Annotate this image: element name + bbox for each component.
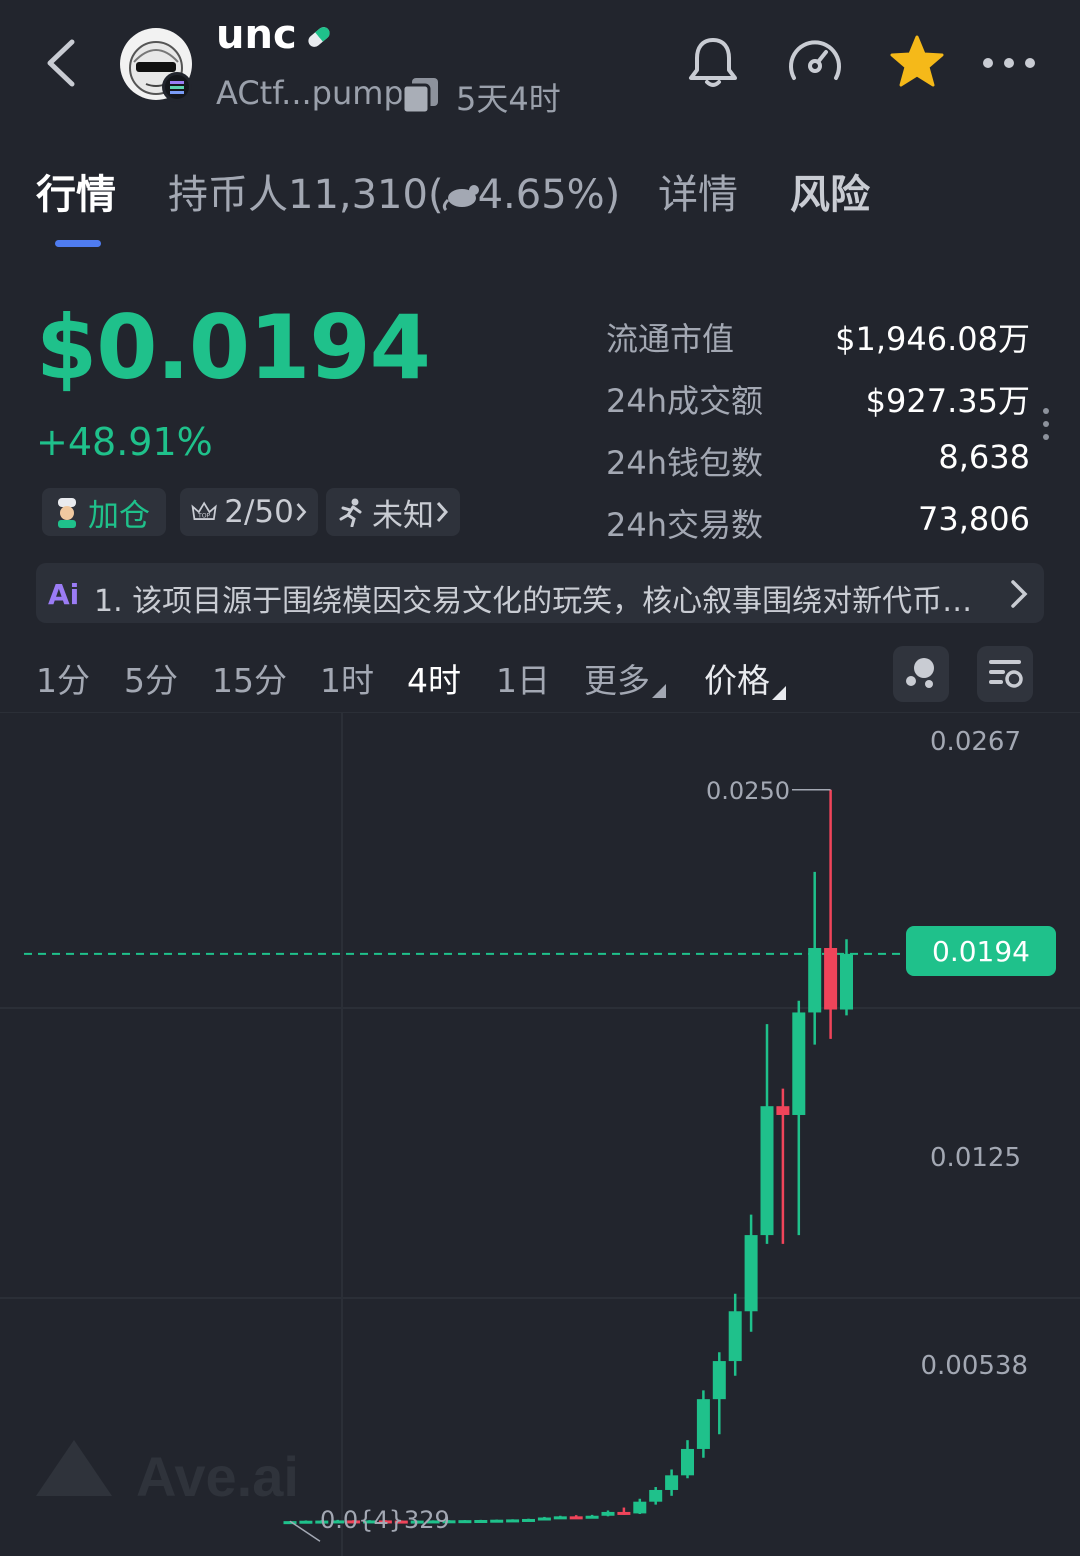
- y-axis-label: 0.0125: [930, 1143, 1021, 1173]
- back-icon[interactable]: [44, 38, 78, 88]
- token-age: 5天4时: [456, 80, 561, 118]
- tf-4h[interactable]: 4时: [407, 654, 461, 702]
- pill-icon: [308, 27, 330, 47]
- tf-1m[interactable]: 1分: [36, 654, 90, 702]
- low-price-label: 0.0{4}329: [320, 1506, 450, 1534]
- svg-text:TOP: TOP: [197, 512, 211, 519]
- token-name: unc: [216, 12, 297, 58]
- price-change: +48.91%: [36, 420, 213, 464]
- chevron-right-icon: [296, 503, 307, 521]
- chevron-right-icon: [436, 502, 449, 522]
- activity-chip[interactable]: 未知: [326, 488, 460, 536]
- candle-body: [506, 1519, 520, 1523]
- price-mode-dropdown[interactable]: 价格: [704, 654, 786, 702]
- low-marker-line: [289, 1520, 321, 1542]
- rank-chip[interactable]: TOP 2/50: [180, 488, 318, 536]
- tab-market[interactable]: 行情: [36, 162, 116, 220]
- stat-volume-value: $927.35万: [865, 382, 1030, 420]
- stat-wallets-label: 24h钱包数: [606, 444, 764, 482]
- add-position-label: 加仓: [88, 497, 150, 534]
- tf-1d[interactable]: 1日: [496, 654, 550, 702]
- tf-15m[interactable]: 15分: [212, 654, 287, 702]
- tab-details[interactable]: 详情: [658, 162, 738, 220]
- bell-icon[interactable]: [682, 32, 744, 94]
- y-axis-label: 0.00538: [920, 1351, 1028, 1381]
- current-price: $0.0194: [36, 296, 431, 399]
- candle-body: [712, 1361, 726, 1400]
- star-icon[interactable]: [886, 32, 948, 94]
- add-position-chip[interactable]: 加仓: [42, 488, 166, 536]
- ai-icon: Ai: [48, 578, 80, 611]
- gauge-icon[interactable]: [784, 32, 846, 94]
- copy-icon[interactable]: [400, 76, 442, 114]
- candle-body: [601, 1511, 615, 1516]
- watermark-logo: [36, 1440, 112, 1496]
- candle-body: [458, 1520, 472, 1524]
- price-mode-label: 价格: [704, 661, 770, 700]
- current-price-tag: 0.0194: [906, 926, 1056, 976]
- more-icon[interactable]: [978, 32, 1040, 94]
- y-axis-label: 0.0267: [930, 727, 1021, 757]
- candle-body: [681, 1448, 694, 1476]
- stat-volume-label: 24h成交额: [606, 382, 764, 420]
- stat-trades-value: 73,806: [918, 500, 1030, 538]
- top-crown-icon: TOP: [191, 501, 217, 520]
- candle-body: [633, 1501, 647, 1514]
- tf-1h[interactable]: 1时: [320, 654, 374, 702]
- tab-holders-label: 持币人11,310(: [168, 172, 444, 218]
- rank-label: 2/50: [224, 494, 294, 530]
- high-price-label: 0.0250: [706, 777, 790, 805]
- tf-more[interactable]: 更多: [584, 654, 666, 702]
- runner-icon: [339, 498, 362, 527]
- token-address: ACtf...pump: [216, 74, 404, 112]
- candle-body: [490, 1519, 504, 1523]
- chef-icon: [58, 498, 76, 528]
- candle-body: [522, 1518, 535, 1522]
- stat-market-cap-value: $1,946.08万: [835, 320, 1030, 358]
- activity-label: 未知: [372, 497, 434, 534]
- solana-chain-icon: [162, 72, 192, 102]
- candle-body: [617, 1511, 631, 1515]
- tab-underline: [55, 240, 101, 247]
- stat-trades-label: 24h交易数: [606, 506, 764, 544]
- candle-body: [760, 1106, 774, 1236]
- stat-market-cap-label: 流通市值: [606, 320, 735, 358]
- candle-body: [585, 1515, 599, 1519]
- tab-risk[interactable]: 风险: [790, 162, 870, 220]
- dropdown-triangle-icon: [772, 686, 786, 700]
- vertical-more-icon[interactable]: [1040, 406, 1052, 442]
- candle-body: [824, 948, 838, 1010]
- candle-body: [696, 1399, 710, 1449]
- candle-body: [840, 953, 853, 1010]
- tf-more-label: 更多: [584, 661, 650, 700]
- candle-body: [808, 948, 822, 1013]
- chart-settings-button[interactable]: [977, 646, 1033, 702]
- candle-body: [728, 1311, 742, 1362]
- chart-settings-icon: [989, 660, 1023, 688]
- tf-5m[interactable]: 5分: [124, 654, 178, 702]
- candle-body: [649, 1489, 663, 1502]
- watermark-text: Ave.ai: [136, 1445, 299, 1508]
- tab-holders[interactable]: 持币人11,310( 4.65%): [168, 162, 620, 220]
- dropdown-triangle-icon: [652, 684, 666, 698]
- candle-body: [299, 1520, 313, 1524]
- rat-icon: [442, 185, 479, 212]
- candle-body: [744, 1235, 758, 1312]
- candle-body: [474, 1520, 488, 1523]
- candle-body: [569, 1516, 583, 1520]
- ai-summary-text: 1. 该项目源于围绕模因交易文化的玩笑，核心叙事围绕对新代币…: [94, 584, 973, 619]
- bubbles-icon: [906, 658, 934, 688]
- indicator-button[interactable]: [893, 646, 949, 702]
- candle-body: [776, 1106, 790, 1115]
- candle-body: [537, 1517, 551, 1521]
- candle-body: [553, 1516, 567, 1520]
- chevron-right-icon[interactable]: [1008, 578, 1030, 610]
- tab-holders-percent: 4.65%): [477, 172, 621, 218]
- candle-body: [792, 1012, 806, 1115]
- stat-wallets-value: 8,638: [938, 438, 1030, 476]
- candle-body: [665, 1475, 679, 1490]
- candlestick-chart[interactable]: Ave.ai 0.0267 0.0125 0.00538 0.0250 0.0{4}329: [0, 712, 1080, 1556]
